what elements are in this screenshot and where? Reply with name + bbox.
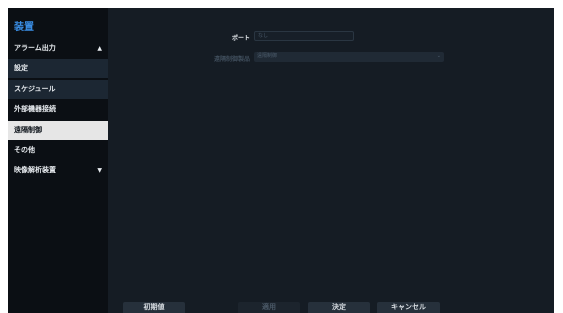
sidebar-item-label: 設定 <box>14 64 28 72</box>
sidebar-item-label: 外部機器接続 <box>14 105 56 113</box>
sidebar-item-label: スケジュール <box>14 85 56 93</box>
sidebar-item-other[interactable]: その他 <box>8 141 108 160</box>
chevron-down-icon: ▼ <box>97 167 102 174</box>
apply-button[interactable]: 適用 <box>238 302 300 313</box>
sidebar-item-label: アラーム出力 <box>14 44 56 52</box>
cancel-button[interactable]: キャンセル <box>377 302 440 313</box>
sidebar-item-label: その他 <box>14 146 35 154</box>
sidebar-item-remote-control[interactable]: 遠隔制御 <box>8 121 108 140</box>
remote-device-select[interactable]: 遠隔制御 ⌄ <box>254 52 444 62</box>
select-caret-icon: ⌄ <box>436 53 441 59</box>
sidebar-item-video-analytics[interactable]: 映像解析装置 ▼ <box>8 161 108 180</box>
sidebar-item-alarm-output[interactable]: アラーム出力 ▲ <box>8 39 108 58</box>
port-value: なし <box>258 33 269 39</box>
sidebar-item-schedule[interactable]: スケジュール <box>8 80 108 99</box>
remote-device-label: 遠隔制御製品 <box>213 56 250 63</box>
app-window: 装置 アラーム出力 ▲ 設定 スケジュール 外部機器接続 遠隔制御 その他 映像… <box>8 8 554 313</box>
remote-device-value: 遠隔制御 <box>257 53 278 59</box>
sidebar-title: 装置 <box>14 22 34 33</box>
sidebar-item-external-device[interactable]: 外部機器接続 <box>8 100 108 119</box>
ok-button[interactable]: 決定 <box>308 302 370 313</box>
sidebar-item-settings[interactable]: 設定 <box>8 59 108 78</box>
sidebar: 装置 アラーム出力 ▲ 設定 スケジュール 外部機器接続 遠隔制御 その他 映像… <box>8 8 108 313</box>
chevron-up-icon: ▲ <box>97 45 102 52</box>
port-label: ポート <box>231 35 250 42</box>
sidebar-item-label: 遠隔制御 <box>14 126 42 134</box>
sidebar-item-label: 映像解析装置 <box>14 166 56 174</box>
port-field[interactable]: なし <box>254 31 354 41</box>
default-button[interactable]: 初期値 <box>123 302 185 313</box>
